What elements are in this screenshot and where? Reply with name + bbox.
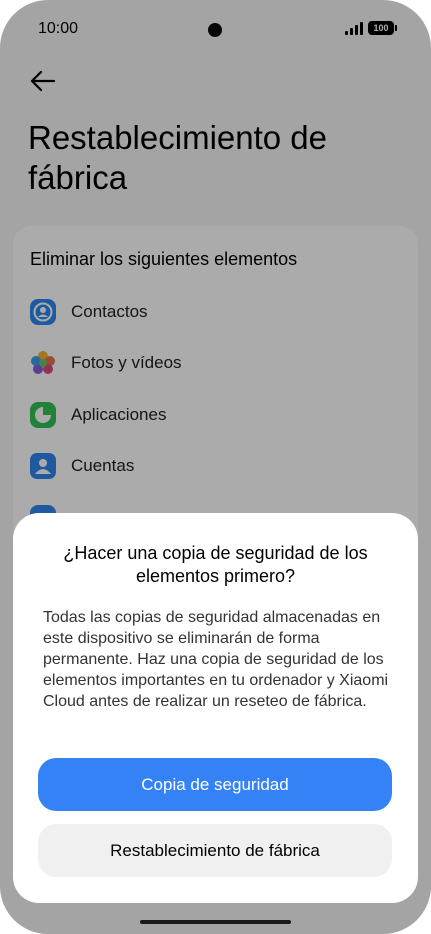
factory-reset-button[interactable]: Restablecimiento de fábrica [38,824,392,877]
settings-screen: 10:00 100 Restablecimiento de fábrica El… [0,0,431,934]
dialog-title: ¿Hacer una copia de seguridad de los ele… [63,543,368,586]
home-indicator[interactable] [140,920,291,924]
device-frame: 10:00 100 Restablecimiento de fábrica El… [0,0,431,934]
backup-dialog: ¿Hacer una copia de seguridad de los ele… [13,513,418,903]
dialog-message: Todas las copias de seguridad almacenada… [43,609,389,710]
backup-button[interactable]: Copia de seguridad [38,758,392,811]
